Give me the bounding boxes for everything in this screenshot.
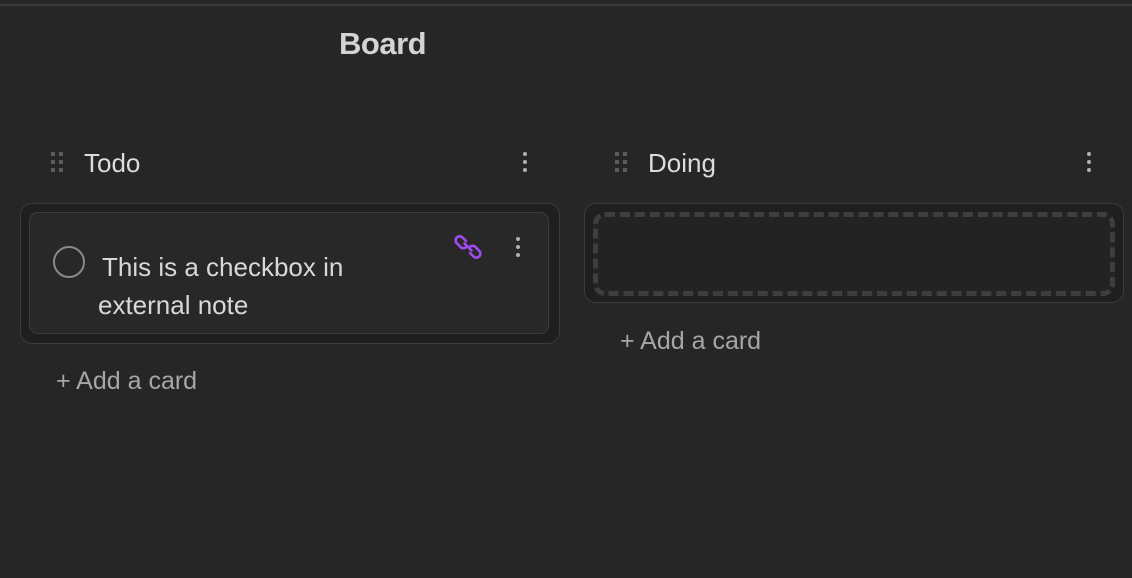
lane-title[interactable]: Todo [84, 148, 140, 179]
lane-title[interactable]: Doing [648, 148, 716, 179]
lane-todo: Todo This is a checkbox in external note [20, 140, 560, 395]
add-card-button[interactable]: + Add a card [620, 327, 761, 356]
more-vertical-icon[interactable] [522, 152, 528, 172]
link-icon[interactable] [454, 233, 482, 261]
card-text[interactable]: This is a checkbox in external note [98, 248, 428, 324]
more-vertical-icon[interactable] [1086, 152, 1092, 172]
card-checkbox[interactable] [53, 246, 85, 278]
top-divider [0, 0, 1132, 6]
card-more-vertical-icon[interactable] [515, 237, 521, 257]
drag-handle-icon[interactable] [615, 152, 629, 172]
drag-handle-icon[interactable] [51, 152, 65, 172]
card-text-line-2: external note [98, 290, 249, 320]
drop-placeholder[interactable] [593, 212, 1115, 296]
lane-items [584, 203, 1124, 303]
board-title: Board [339, 26, 427, 61]
card[interactable]: This is a checkbox in external note [29, 212, 549, 334]
lane-header: Todo [20, 140, 560, 186]
lane-items: This is a checkbox in external note [20, 203, 560, 344]
add-card-button[interactable]: + Add a card [56, 367, 197, 396]
card-text-line-1: This is a checkbox in [102, 252, 344, 282]
lane-doing: Doing + Add a card [584, 140, 1124, 355]
lane-header: Doing [584, 140, 1124, 186]
